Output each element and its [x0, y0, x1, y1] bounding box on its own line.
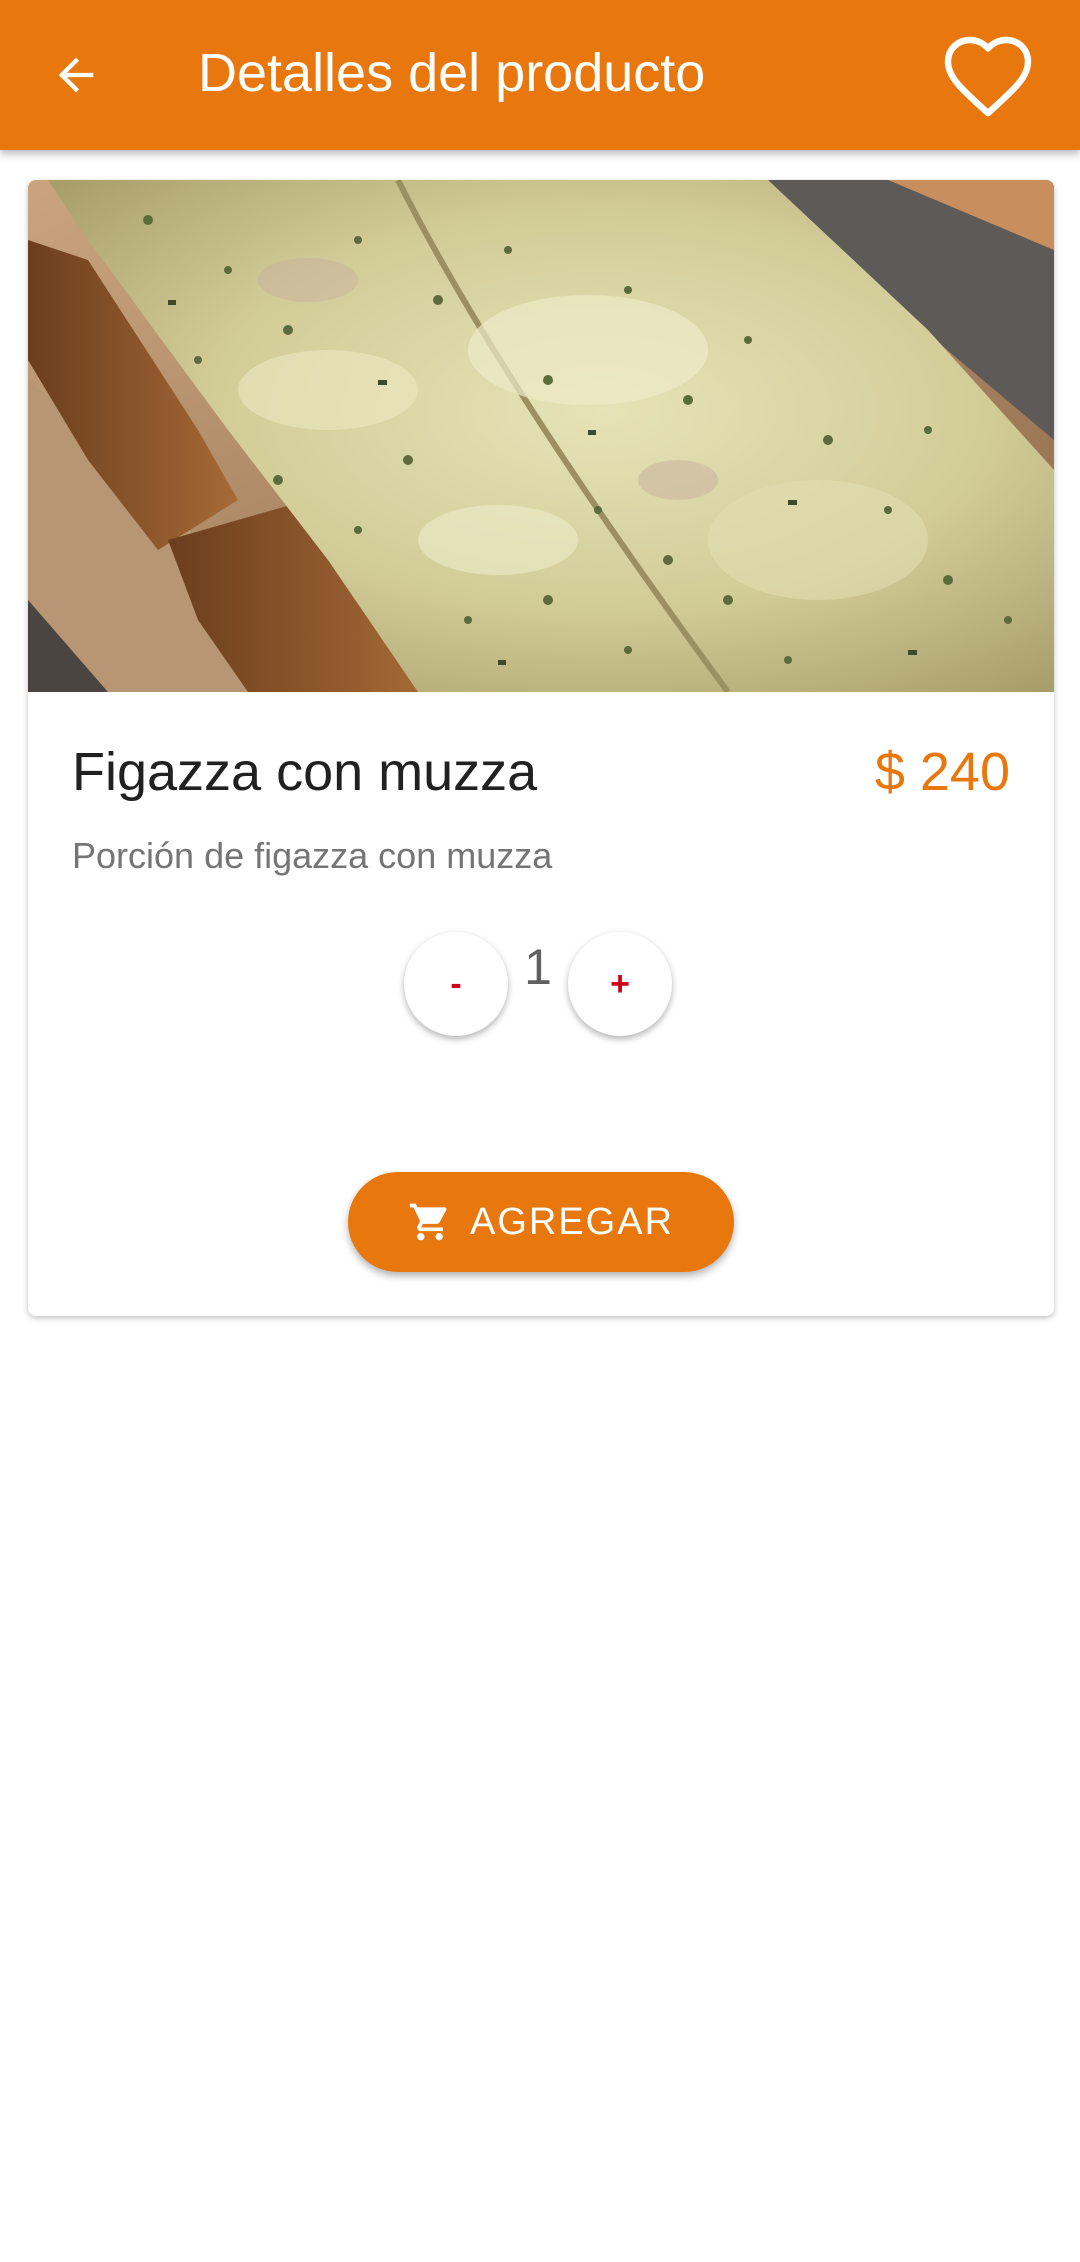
product-card: Figazza con muzza $ 240 Porción de figaz… — [28, 180, 1054, 1316]
page-title: Detalles del producto — [198, 43, 706, 103]
add-to-cart-label: AGREGAR — [469, 1200, 675, 1243]
decrease-quantity-button[interactable]: - — [404, 932, 508, 1036]
cart-icon — [408, 1200, 452, 1244]
quantity-value: 1 — [524, 939, 552, 995]
product-name: Figazza con muzza — [72, 742, 538, 802]
heart-outline-icon — [944, 36, 1032, 117]
back-button[interactable] — [36, 35, 116, 115]
increase-quantity-button[interactable]: + — [568, 932, 672, 1036]
app-bar: Detalles del producto — [0, 0, 1080, 150]
add-to-cart-button[interactable]: AGREGAR — [348, 1172, 734, 1272]
arrow-back-icon — [58, 57, 94, 93]
product-description: Porción de figazza con muzza — [72, 835, 553, 876]
product-price: $ 240 — [874, 742, 1010, 802]
product-image — [28, 180, 1054, 692]
favorite-button[interactable] — [936, 26, 1040, 126]
